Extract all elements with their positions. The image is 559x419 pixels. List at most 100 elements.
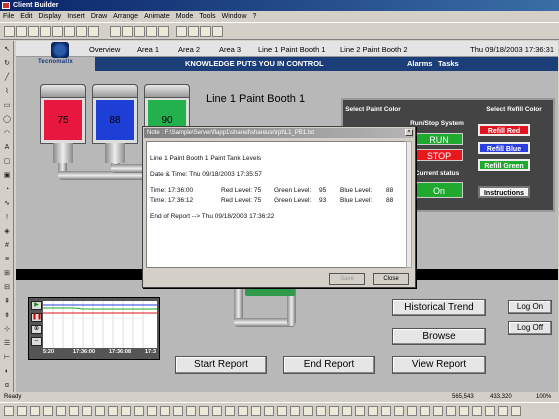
nav-line1-booth1[interactable]: Line 1 Paint Booth 1 <box>258 45 326 54</box>
nav-area-3[interactable]: Area 3 <box>219 45 241 54</box>
refill-green-button[interactable]: Refill Green <box>478 159 530 171</box>
menu-draw[interactable]: Draw <box>88 11 110 22</box>
report-text-area[interactable]: Line 1 Paint Booth 1 Paint Tank Levels D… <box>146 141 408 268</box>
arrange-tool-icon[interactable] <box>4 406 14 416</box>
stop-icon[interactable] <box>146 26 157 37</box>
arrange-tool-icon[interactable] <box>160 406 170 416</box>
menu-animate[interactable]: Animate <box>141 11 173 22</box>
arrange-tool-icon[interactable] <box>134 406 144 416</box>
nav-overview[interactable]: Overview <box>89 45 120 54</box>
arrange-tool-icon[interactable] <box>56 406 66 416</box>
start-report-button[interactable]: Start Report <box>175 356 267 374</box>
arrange-tool-icon[interactable] <box>186 406 196 416</box>
arrange-tool-icon[interactable] <box>43 406 53 416</box>
align-tool-icon[interactable]: ≡ <box>2 255 12 265</box>
arrange-tool-icon[interactable] <box>238 406 248 416</box>
menu-help[interactable]: ? <box>250 11 260 22</box>
stop-button[interactable]: STOP <box>415 149 463 161</box>
browse-button[interactable]: Browse <box>392 328 486 345</box>
menu-arrange[interactable]: Arrange <box>110 11 141 22</box>
arrange-tool-icon[interactable] <box>121 406 131 416</box>
undo-icon[interactable] <box>88 26 99 37</box>
arrange-tool-icon[interactable] <box>355 406 365 416</box>
new-icon[interactable] <box>4 26 15 37</box>
pause-icon[interactable]: ❚❚ <box>31 313 42 322</box>
menu-mode[interactable]: Mode <box>173 11 197 22</box>
zoom-area-icon[interactable] <box>200 26 211 37</box>
arrange-tool-icon[interactable] <box>511 406 521 416</box>
arrange-tool-icon[interactable] <box>394 406 404 416</box>
rotate-tool-icon[interactable]: ↻ <box>2 59 12 69</box>
alarm-tool-icon[interactable]: ! <box>2 213 12 223</box>
ellipse-tool-icon[interactable]: ◯ <box>2 115 12 125</box>
gauge-tool-icon[interactable]: ◔ <box>2 185 12 195</box>
line-tool-icon[interactable]: ╱ <box>2 73 12 83</box>
play-icon[interactable]: ▶ <box>31 301 42 310</box>
menu-insert[interactable]: Insert <box>64 11 88 22</box>
dialog-scrollbar[interactable] <box>406 141 412 268</box>
group-tool-icon[interactable]: ⊞ <box>2 269 12 279</box>
log-off-button[interactable]: Log Off <box>508 321 552 335</box>
open-icon[interactable] <box>16 26 27 37</box>
menu-tools[interactable]: Tools <box>196 11 218 22</box>
menu-display[interactable]: Display <box>35 11 64 22</box>
menu-edit[interactable]: Edit <box>17 11 35 22</box>
arrange-tool-icon[interactable] <box>264 406 274 416</box>
snap-tool-icon[interactable]: ⊹ <box>2 325 12 335</box>
copy-icon[interactable] <box>64 26 75 37</box>
ole-tool-icon[interactable]: ◈ <box>2 227 12 237</box>
arrange-tool-icon[interactable] <box>290 406 300 416</box>
font-tool-icon[interactable]: ɑ <box>2 381 12 391</box>
nav-area-2[interactable]: Area 2 <box>178 45 200 54</box>
paste-icon[interactable] <box>76 26 87 37</box>
instructions-button[interactable]: Instructions <box>478 186 530 198</box>
arrange-tool-icon[interactable] <box>173 406 183 416</box>
refill-blue-button[interactable]: Refill Blue <box>478 142 530 154</box>
arrange-tool-icon[interactable] <box>69 406 79 416</box>
redo-icon[interactable] <box>110 26 121 37</box>
tasks-link[interactable]: Tasks <box>438 57 459 71</box>
grid-tool-icon[interactable]: # <box>2 241 12 251</box>
layer-tool-icon[interactable]: ☰ <box>2 339 12 349</box>
cut-icon[interactable] <box>52 26 63 37</box>
arrange-tool-icon[interactable] <box>446 406 456 416</box>
front-tool-icon[interactable]: ⇞ <box>2 297 12 307</box>
arrange-tool-icon[interactable] <box>95 406 105 416</box>
save-icon[interactable] <box>28 26 39 37</box>
arrange-tool-icon[interactable] <box>30 406 40 416</box>
arrange-tool-icon[interactable] <box>303 406 313 416</box>
image-tool-icon[interactable]: ▣ <box>2 171 12 181</box>
nav-area-1[interactable]: Area 1 <box>137 45 159 54</box>
arrange-tool-icon[interactable] <box>199 406 209 416</box>
arrange-tool-icon[interactable] <box>329 406 339 416</box>
back-tool-icon[interactable]: ⇟ <box>2 311 12 321</box>
color-tool-icon[interactable]: ◐ <box>2 367 12 377</box>
print-icon[interactable] <box>40 26 51 37</box>
arrange-tool-icon[interactable] <box>251 406 261 416</box>
arrange-tool-icon[interactable] <box>277 406 287 416</box>
polyline-tool-icon[interactable]: ⌇ <box>2 87 12 97</box>
nav-line2-booth2[interactable]: Line 2 Paint Booth 2 <box>340 45 408 54</box>
zoom-fit-icon[interactable] <box>188 26 199 37</box>
arrange-tool-icon[interactable] <box>316 406 326 416</box>
arrange-tool-icon[interactable] <box>472 406 482 416</box>
save-button[interactable]: Save <box>329 273 365 285</box>
arc-tool-icon[interactable]: ◠ <box>2 129 12 139</box>
run-button[interactable]: RUN <box>415 133 463 145</box>
arrange-tool-icon[interactable] <box>433 406 443 416</box>
arrange-tool-icon[interactable] <box>407 406 417 416</box>
historical-trend-button[interactable]: Historical Trend <box>392 299 486 316</box>
refresh-icon[interactable] <box>212 26 223 37</box>
log-on-button[interactable]: Log On <box>508 300 552 314</box>
close-icon[interactable]: × <box>405 129 413 136</box>
view-report-button[interactable]: View Report <box>392 356 486 374</box>
arrange-tool-icon[interactable] <box>485 406 495 416</box>
arrange-tool-icon[interactable] <box>147 406 157 416</box>
arrange-tool-icon[interactable] <box>225 406 235 416</box>
zoom-icon[interactable]: ⊕ <box>31 325 42 334</box>
ungroup-tool-icon[interactable]: ⊟ <box>2 283 12 293</box>
alarms-link[interactable]: Alarms <box>407 57 432 71</box>
arrange-tool-icon[interactable] <box>368 406 378 416</box>
ruler-tool-icon[interactable]: ⊢ <box>2 353 12 363</box>
arrange-tool-icon[interactable] <box>459 406 469 416</box>
